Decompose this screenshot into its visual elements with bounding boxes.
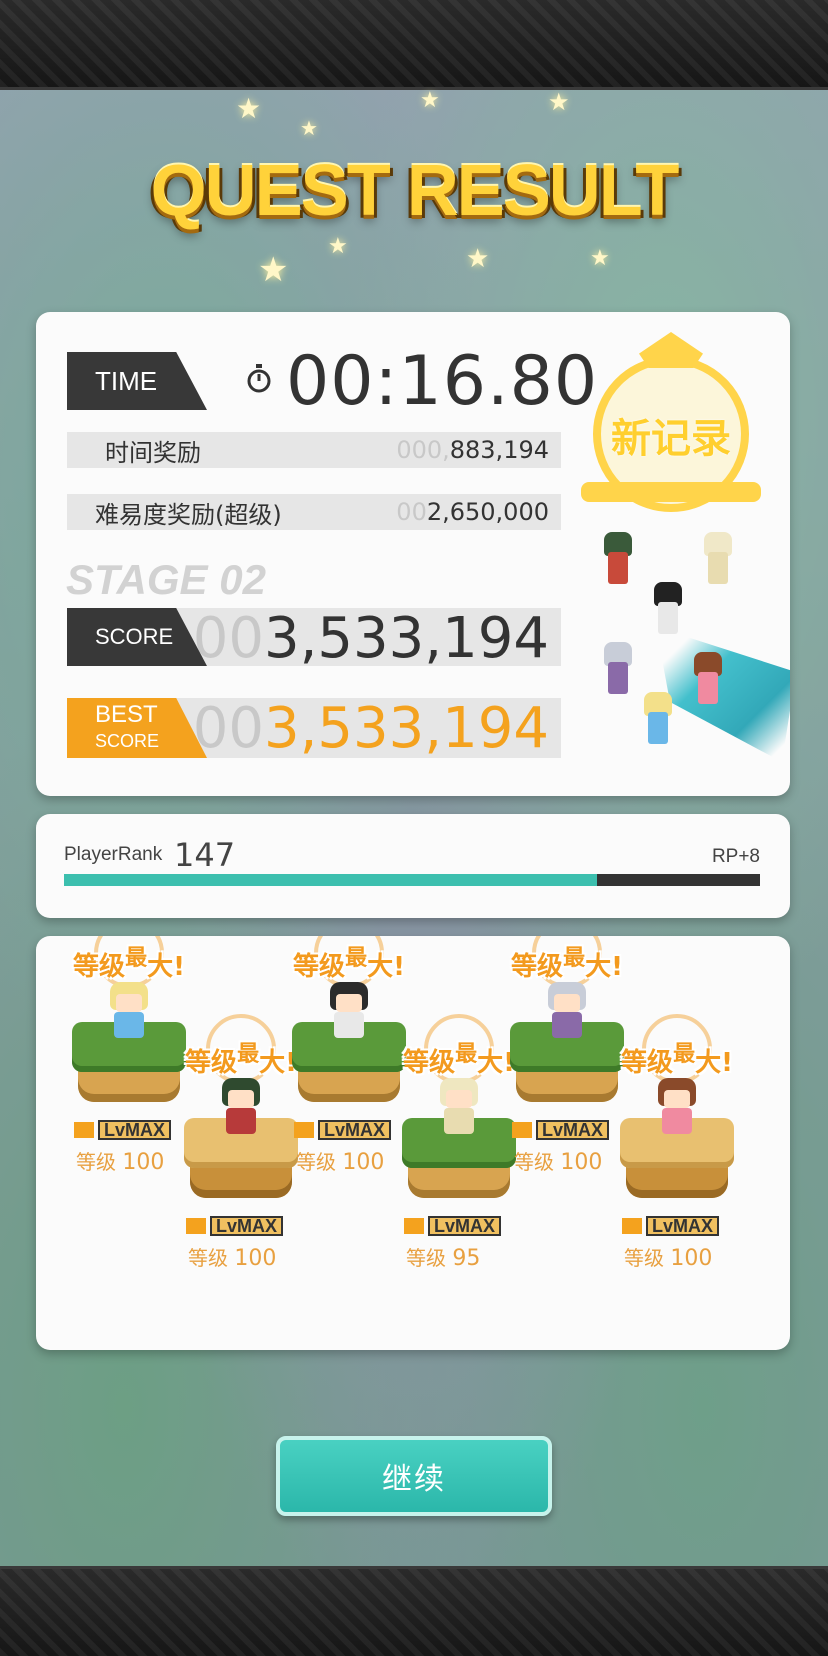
party-sprites — [566, 532, 790, 792]
sprite-face — [116, 994, 142, 1012]
lvmax-icon — [512, 1122, 532, 1138]
difficulty-bonus-row: 难易度奖励(超级) 002,650,000 — [67, 494, 561, 530]
star-icon: ★ — [548, 88, 570, 116]
time-bonus-row: 时间奖励 000,883,194 — [67, 432, 561, 468]
score-value: 003,533,194 — [192, 606, 549, 671]
star-icon: ★ — [466, 244, 490, 274]
star-icon: ★ — [420, 88, 440, 113]
sprite-face — [554, 994, 580, 1012]
time-tag: TIME — [67, 352, 207, 410]
character-sprite — [696, 532, 740, 588]
lvmax-text: LvMAX — [536, 1120, 610, 1140]
time-bonus-amount: 000,883,194 — [396, 436, 549, 464]
sprite-body — [662, 1108, 692, 1134]
character-sprite — [686, 652, 730, 708]
sprite-face — [664, 1090, 690, 1108]
unit-level: 等级 100 — [76, 1150, 165, 1175]
lvmax-text: LvMAX — [210, 1216, 284, 1236]
character-sprite — [654, 1078, 700, 1136]
unit-slot[interactable]: 等级最大! LvMAX 等级 100 — [612, 1014, 742, 1271]
new-record-label: 新记录 — [611, 416, 731, 462]
level-max-callout: 等级最大! — [54, 936, 204, 988]
level-max-callout: 等级最大! — [274, 936, 424, 988]
continue-button[interactable]: 继续 — [276, 1436, 552, 1516]
rp-gain: RP+8 — [711, 846, 760, 867]
score-card: TIME 00:16.80 时间奖励 000,883,194 难易度奖励(超级)… — [36, 312, 790, 796]
character-sprite — [106, 982, 152, 1040]
time-value: 00:16.80 — [286, 342, 599, 421]
top-border — [0, 0, 828, 90]
lvmax-icon — [74, 1122, 94, 1138]
new-record-badge: 新记录 — [581, 332, 761, 522]
badge-ribbon — [581, 482, 761, 502]
player-rank-label: PlayerRank — [64, 844, 163, 865]
bottom-border — [0, 1566, 828, 1656]
stage-label: STAGE 02 — [66, 556, 266, 603]
level-max-text: 等级最大! — [73, 946, 185, 982]
unit-level: 等级 100 — [188, 1246, 277, 1271]
lvmax-badge: LvMAX — [622, 1216, 720, 1236]
rank-progress-fill — [64, 874, 598, 886]
level-max-callout: 等级最大! — [492, 936, 642, 988]
lvmax-badge: LvMAX — [186, 1216, 284, 1236]
lvmax-badge: LvMAX — [512, 1120, 610, 1140]
best-score-value: 003,533,194 — [192, 696, 549, 761]
page-title: QUEST RESULT — [150, 151, 680, 231]
difficulty-bonus-label: 难易度奖励(超级) — [95, 500, 282, 529]
character-sprite — [596, 532, 640, 588]
character-sprite — [218, 1078, 264, 1136]
lvmax-text: LvMAX — [318, 1120, 392, 1140]
lvmax-icon — [622, 1218, 642, 1234]
star-icon: ★ — [328, 234, 348, 259]
difficulty-bonus-amount: 002,650,000 — [396, 498, 549, 526]
character-sprite — [596, 642, 640, 698]
character-sprite — [436, 1078, 482, 1136]
level-max-text: 等级最大! — [511, 946, 623, 982]
sprite-face — [446, 1090, 472, 1108]
stopwatch-icon — [247, 364, 271, 393]
lvmax-badge: LvMAX — [404, 1216, 502, 1236]
lvmax-text: LvMAX — [98, 1120, 172, 1140]
star-icon: ★ — [236, 92, 262, 125]
star-icon: ★ — [590, 246, 610, 271]
unit-level: 等级 100 — [296, 1150, 385, 1175]
level-max-text: 等级最大! — [293, 946, 405, 982]
lvmax-icon — [404, 1218, 424, 1234]
sprite-body — [334, 1012, 364, 1038]
unit-level: 等级 100 — [514, 1150, 603, 1175]
sprite-face — [228, 1090, 254, 1108]
star-icon: ★ — [258, 250, 289, 290]
lvmax-text: LvMAX — [646, 1216, 720, 1236]
sprite-body — [444, 1108, 474, 1134]
level-max-callout: 等级最大! — [602, 1014, 752, 1084]
sprite-face — [336, 994, 362, 1012]
units-card: 等级最大! LvMAX 等级 100 等级最大! LvMAX 等级 100 等级… — [36, 936, 790, 1350]
crown-icon — [639, 332, 703, 368]
player-rank-card: PlayerRank 147 RP+8 — [36, 814, 790, 918]
sprite-body — [114, 1012, 144, 1038]
unit-level: 等级 100 — [624, 1246, 713, 1271]
time-bonus-label: 时间奖励 — [105, 438, 201, 467]
character-sprite — [544, 982, 590, 1040]
character-sprite — [646, 582, 690, 638]
sprite-body — [552, 1012, 582, 1038]
lvmax-icon — [186, 1218, 206, 1234]
lvmax-badge: LvMAX — [74, 1120, 172, 1140]
rank-progress-bar — [64, 874, 760, 886]
lvmax-badge: LvMAX — [294, 1120, 392, 1140]
lvmax-icon — [294, 1122, 314, 1138]
star-icon: ★ — [300, 116, 318, 140]
character-sprite — [326, 982, 372, 1040]
sprite-body — [226, 1108, 256, 1134]
level-max-text: 等级最大! — [621, 1042, 733, 1078]
lvmax-text: LvMAX — [428, 1216, 502, 1236]
character-sprite — [636, 692, 680, 748]
player-rank-value: 147 — [174, 836, 236, 874]
unit-level: 等级 95 — [406, 1246, 481, 1271]
